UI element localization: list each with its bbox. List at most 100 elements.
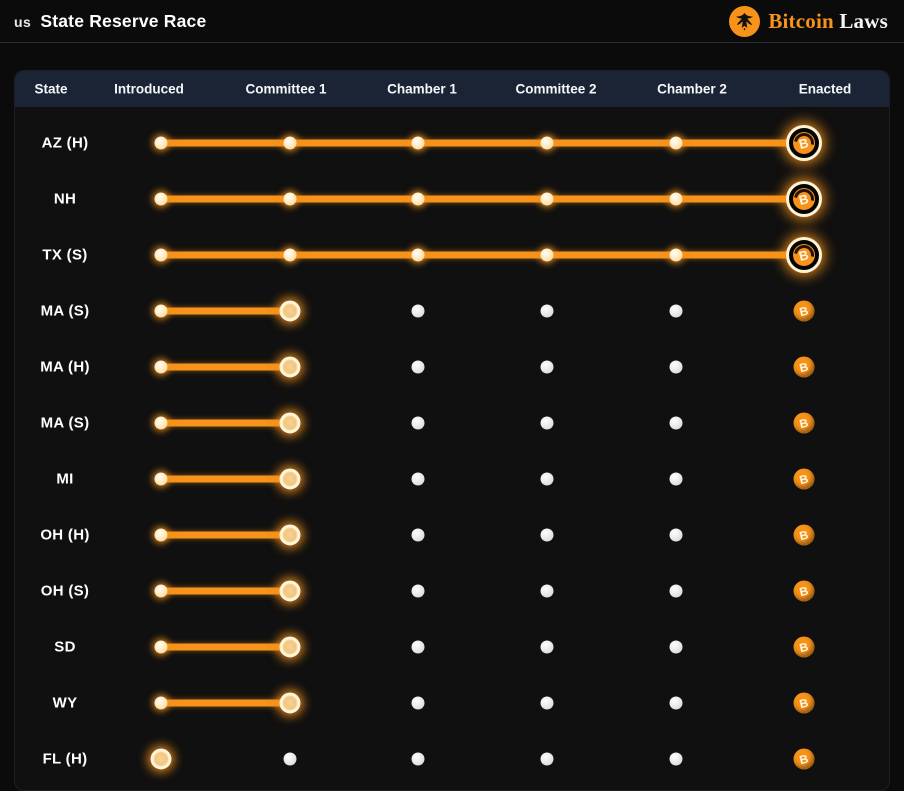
stage-dot-upcoming — [412, 361, 425, 374]
table-row[interactable]: TX (S)B — [15, 227, 889, 283]
stage-dot-upcoming — [412, 753, 425, 766]
stage-dot-completed — [155, 585, 168, 598]
progress-line — [161, 140, 804, 147]
table-header: State Introduced Committee 1 Chamber 1 C… — [15, 71, 889, 107]
stage-dot-upcoming — [670, 529, 683, 542]
stage-dot-upcoming — [670, 305, 683, 318]
column-header-chamber-2: Chamber 2 — [657, 82, 727, 97]
table-row[interactable]: OH (S)B — [15, 563, 889, 619]
stage-dot-current — [280, 357, 301, 378]
table-row[interactable]: AZ (H)B — [15, 115, 889, 171]
progress-line — [161, 308, 290, 315]
stage-dot-current — [280, 525, 301, 546]
stage-dot-upcoming — [541, 585, 554, 598]
progress-line — [161, 420, 290, 427]
eagle-seal-icon — [729, 6, 760, 37]
stage-dot-upcoming — [541, 641, 554, 654]
bitcoin-coin-icon: B — [794, 581, 815, 602]
stage-dot-upcoming — [541, 361, 554, 374]
table-row[interactable]: OH (H)B — [15, 507, 889, 563]
stage-dot-completed — [412, 137, 425, 150]
stage-dot-completed — [155, 361, 168, 374]
page-title: State Reserve Race — [40, 11, 206, 32]
stage-dot-upcoming — [541, 305, 554, 318]
stage-dot-completed — [155, 529, 168, 542]
progress-line — [161, 644, 290, 651]
stage-dot-upcoming — [412, 697, 425, 710]
stage-dot-completed — [155, 137, 168, 150]
column-header-chamber-1: Chamber 1 — [387, 82, 457, 97]
brand-name-primary: Bitcoin — [768, 9, 834, 33]
bitcoin-coin-icon: B — [794, 413, 815, 434]
stage-dot-completed — [155, 473, 168, 486]
column-header-enacted: Enacted — [799, 82, 852, 97]
bitcoin-coin-icon: B — [794, 301, 815, 322]
stage-dot-completed — [541, 193, 554, 206]
progress-line — [161, 476, 290, 483]
stage-dot-upcoming — [670, 417, 683, 430]
table-row[interactable]: FL (H)B — [15, 731, 889, 787]
stage-dot-upcoming — [412, 417, 425, 430]
progress-track: B — [15, 227, 889, 283]
stage-dot-upcoming — [670, 641, 683, 654]
stage-dot-upcoming — [670, 361, 683, 374]
page-title-group: us State Reserve Race — [14, 11, 206, 32]
progress-track: B — [15, 115, 889, 171]
stage-dot-current — [280, 693, 301, 714]
stage-dot-upcoming — [670, 697, 683, 710]
stage-dot-upcoming — [412, 529, 425, 542]
enacted-bitcoin-icon: B — [786, 237, 822, 273]
stage-dot-current — [280, 637, 301, 658]
stage-dot-upcoming — [541, 697, 554, 710]
stage-dot-completed — [541, 137, 554, 150]
stage-dot-current — [280, 581, 301, 602]
stage-dot-completed — [284, 193, 297, 206]
progress-line — [161, 252, 804, 259]
progress-line — [161, 700, 290, 707]
table-row[interactable]: MIB — [15, 451, 889, 507]
stage-dot-completed — [284, 137, 297, 150]
column-header-committee-1: Committee 1 — [245, 82, 326, 97]
table-row[interactable]: MA (S)B — [15, 395, 889, 451]
progress-track: B — [15, 395, 889, 451]
progress-track: B — [15, 507, 889, 563]
stage-dot-current — [280, 469, 301, 490]
brand-logo[interactable]: Bitcoin Laws — [729, 6, 888, 37]
progress-track: B — [15, 339, 889, 395]
stage-dot-upcoming — [670, 753, 683, 766]
table-row[interactable]: MA (H)B — [15, 339, 889, 395]
enacted-bitcoin-icon: B — [786, 125, 822, 161]
tracker-board: State Introduced Committee 1 Chamber 1 C… — [14, 70, 890, 791]
bitcoin-coin-icon: B — [794, 693, 815, 714]
enacted-bitcoin-icon: B — [786, 181, 822, 217]
us-flag-icon: us — [14, 14, 31, 30]
table-rows: AZ (H)BNHBTX (S)BMA (S)BMA (H)BMA (S)BMI… — [15, 107, 889, 787]
stage-dot-completed — [412, 249, 425, 262]
top-bar: us State Reserve Race Bitcoin Laws — [0, 0, 904, 43]
stage-dot-upcoming — [284, 753, 297, 766]
stage-dot-completed — [155, 417, 168, 430]
stage-dot-current — [151, 749, 172, 770]
stage-dot-upcoming — [541, 753, 554, 766]
stage-dot-upcoming — [541, 417, 554, 430]
progress-track: B — [15, 451, 889, 507]
stage-dot-completed — [284, 249, 297, 262]
progress-line — [161, 196, 804, 203]
stage-dot-completed — [412, 193, 425, 206]
progress-line — [161, 364, 290, 371]
table-row[interactable]: SDB — [15, 619, 889, 675]
column-header-state: State — [34, 82, 67, 97]
table-row[interactable]: MA (S)B — [15, 283, 889, 339]
bitcoin-coin-icon: B — [794, 357, 815, 378]
table-row[interactable]: NHB — [15, 171, 889, 227]
stage-dot-completed — [155, 641, 168, 654]
table-row[interactable]: WYB — [15, 675, 889, 731]
progress-line — [161, 532, 290, 539]
brand-name-secondary: Laws — [839, 9, 888, 33]
stage-dot-upcoming — [670, 585, 683, 598]
progress-track: B — [15, 171, 889, 227]
stage-dot-current — [280, 301, 301, 322]
stage-dot-upcoming — [541, 473, 554, 486]
bitcoin-coin-icon: B — [794, 637, 815, 658]
bitcoin-coin-icon: B — [794, 525, 815, 546]
